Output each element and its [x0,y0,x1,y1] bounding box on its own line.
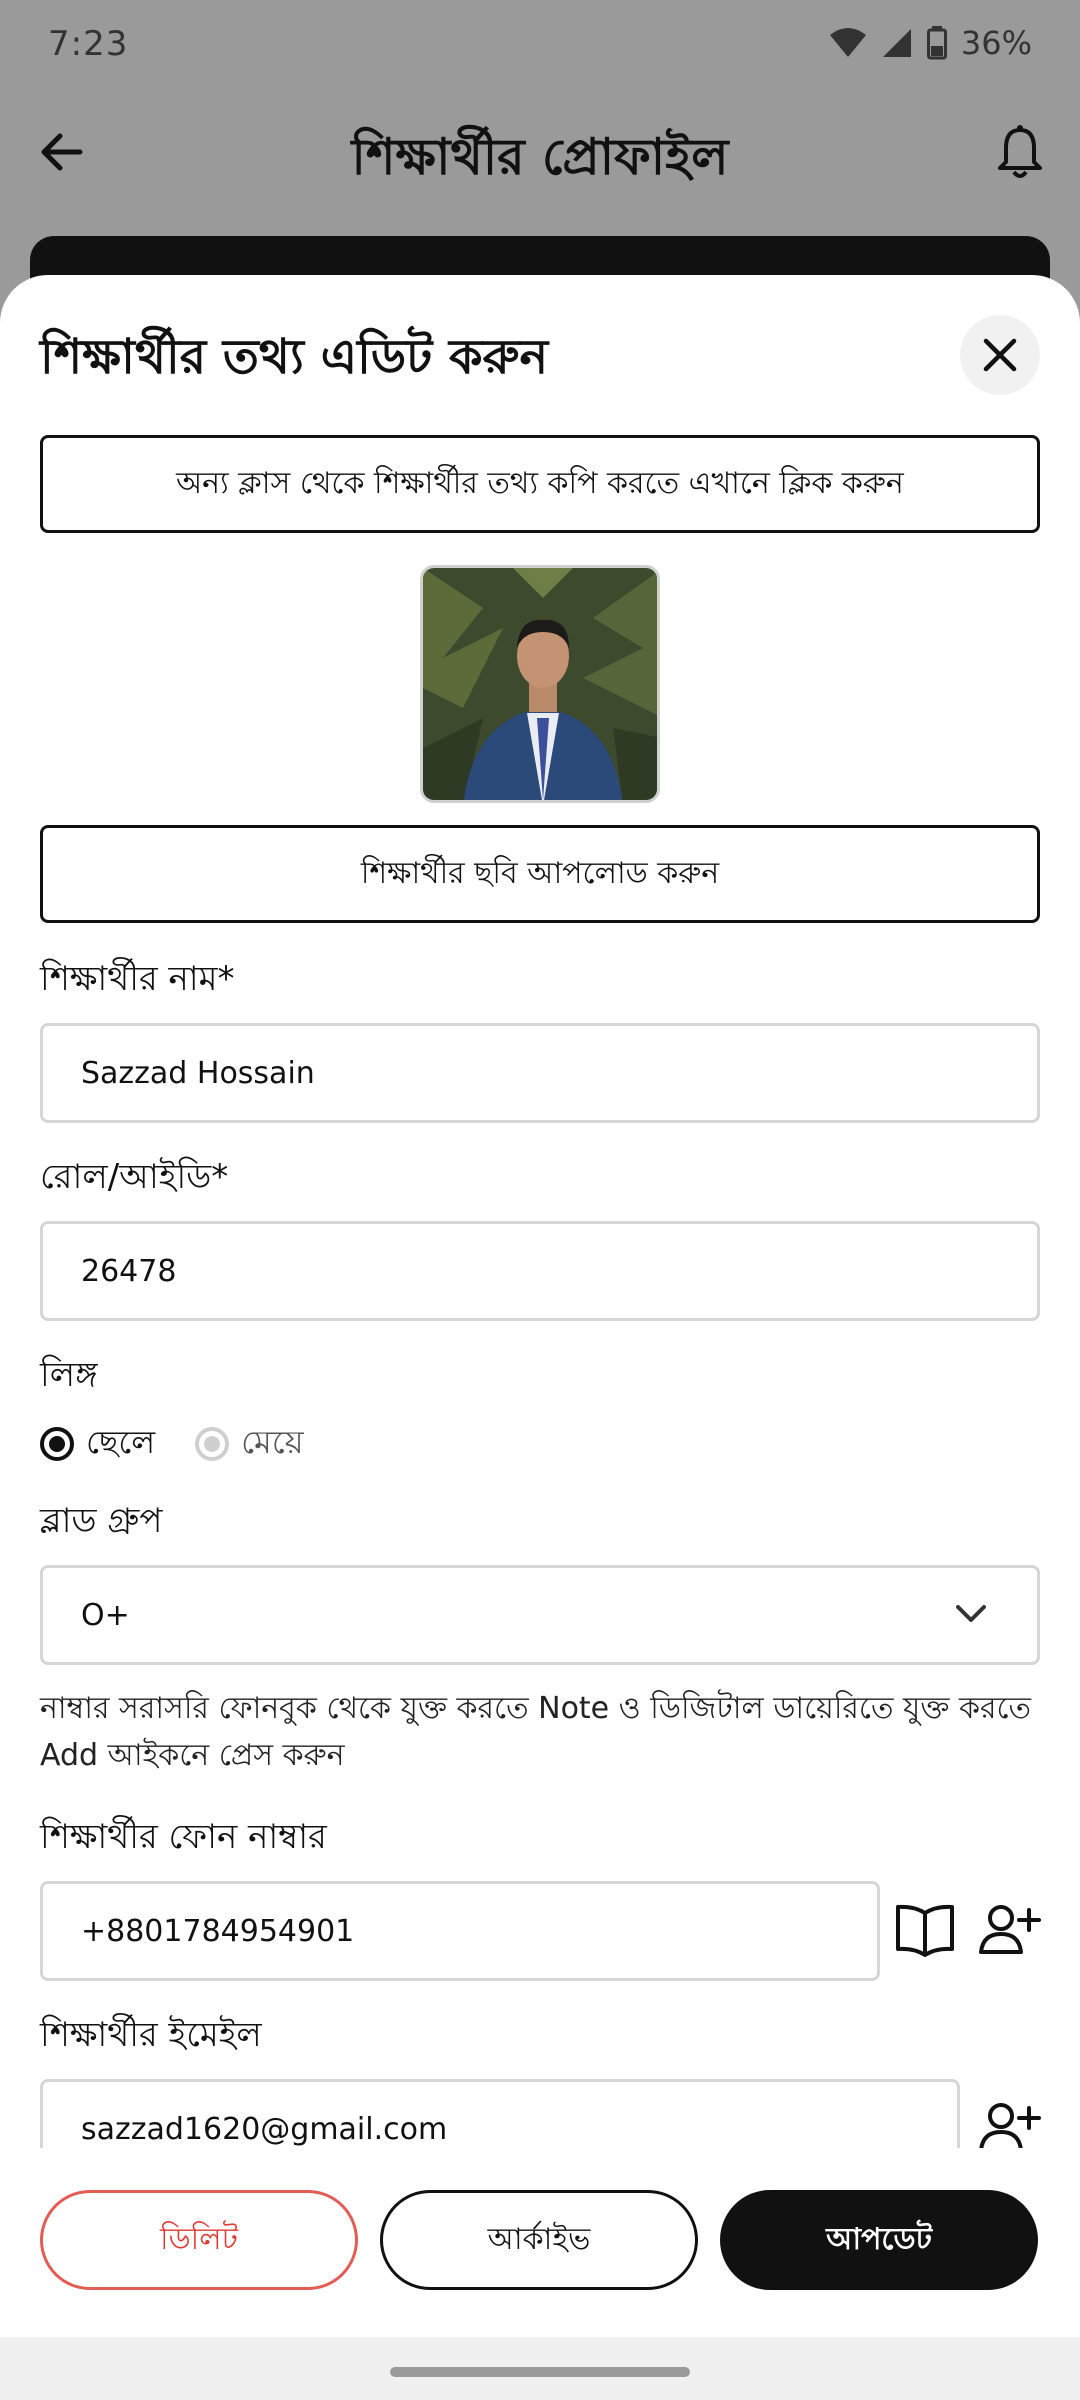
cell-signal-icon [882,29,911,57]
student-photo-image [423,568,657,800]
status-time: 7:23 [48,24,129,64]
phonebook-button[interactable] [892,1897,958,1963]
radio-female-label[interactable]: মেয়ে [241,1417,303,1471]
page-title: শিক্ষার্থীর প্রোফাইল [351,128,729,186]
student-photo[interactable] [420,565,660,803]
home-gesture-handle[interactable] [390,2367,690,2377]
status-bar: 7:23 36% [0,0,1080,92]
edit-student-sheet: শিক্ষার্থীর তথ্য এডিট করুন অন্য ক্লাস থে… [0,275,1080,2337]
action-bar: ডিলিট আর্কাইভ আপডেট [0,2148,1080,2338]
copy-from-class-button[interactable]: অন্য ক্লাস থেকে শিক্ষার্থীর তথ্য কপি করত… [40,435,1040,533]
phone-label: শিক্ষার্থীর ফোন নাম্বার [40,1817,327,1857]
status-icons: 36% [829,24,1032,62]
radio-male-label[interactable]: ছেলে [86,1417,155,1471]
name-field[interactable]: Sazzad Hossain [40,1023,1040,1123]
update-button[interactable]: আপডেট [720,2190,1038,2290]
name-label: শিক্ষার্থীর নাম* [40,959,235,999]
close-icon [983,338,1017,372]
chevron-down-icon [956,1605,986,1622]
close-button[interactable] [960,315,1040,395]
battery-icon [926,26,947,60]
bell-icon[interactable] [996,124,1044,180]
add-contact-phone-button[interactable] [976,1897,1042,1963]
archive-button[interactable]: আর্কাইভ [380,2190,698,2290]
book-icon [896,1904,954,1957]
blood-group-value: O+ [81,1597,130,1633]
upload-photo-button[interactable]: শিক্ষার্থীর ছবি আপলোড করুন [40,825,1040,923]
phone-field[interactable]: +8801784954901 [40,1881,880,1981]
person-add-icon [979,1905,1041,1954]
gender-label: লিঙ্গ [40,1355,98,1395]
battery-percent: 36% [960,24,1032,62]
roll-label: রোল/আইডি* [40,1157,229,1197]
blood-group-select[interactable]: O+ [40,1565,1040,1665]
sheet-title: শিক্ষার্থীর তথ্য এডিট করুন [40,329,549,385]
phonebook-hint: নাম্বার সরাসরি ফোনবুক থেকে যুক্ত করতে No… [40,1691,1032,1773]
system-nav-bar [0,2337,1080,2400]
delete-button[interactable]: ডিলিট [40,2190,358,2290]
gender-radio-group: ছেলে মেয়ে [40,1417,304,1471]
roll-field[interactable]: 26478 [40,1221,1040,1321]
wifi-icon [829,28,866,57]
blood-group-label: ব্লাড গ্রুপ [40,1501,163,1541]
radio-female[interactable] [195,1427,230,1461]
radio-male[interactable] [40,1427,74,1461]
email-label: শিক্ষার্থীর ইমেইল [40,2015,262,2055]
profile-header: শিক্ষার্থীর প্রোফাইল [0,100,1080,220]
